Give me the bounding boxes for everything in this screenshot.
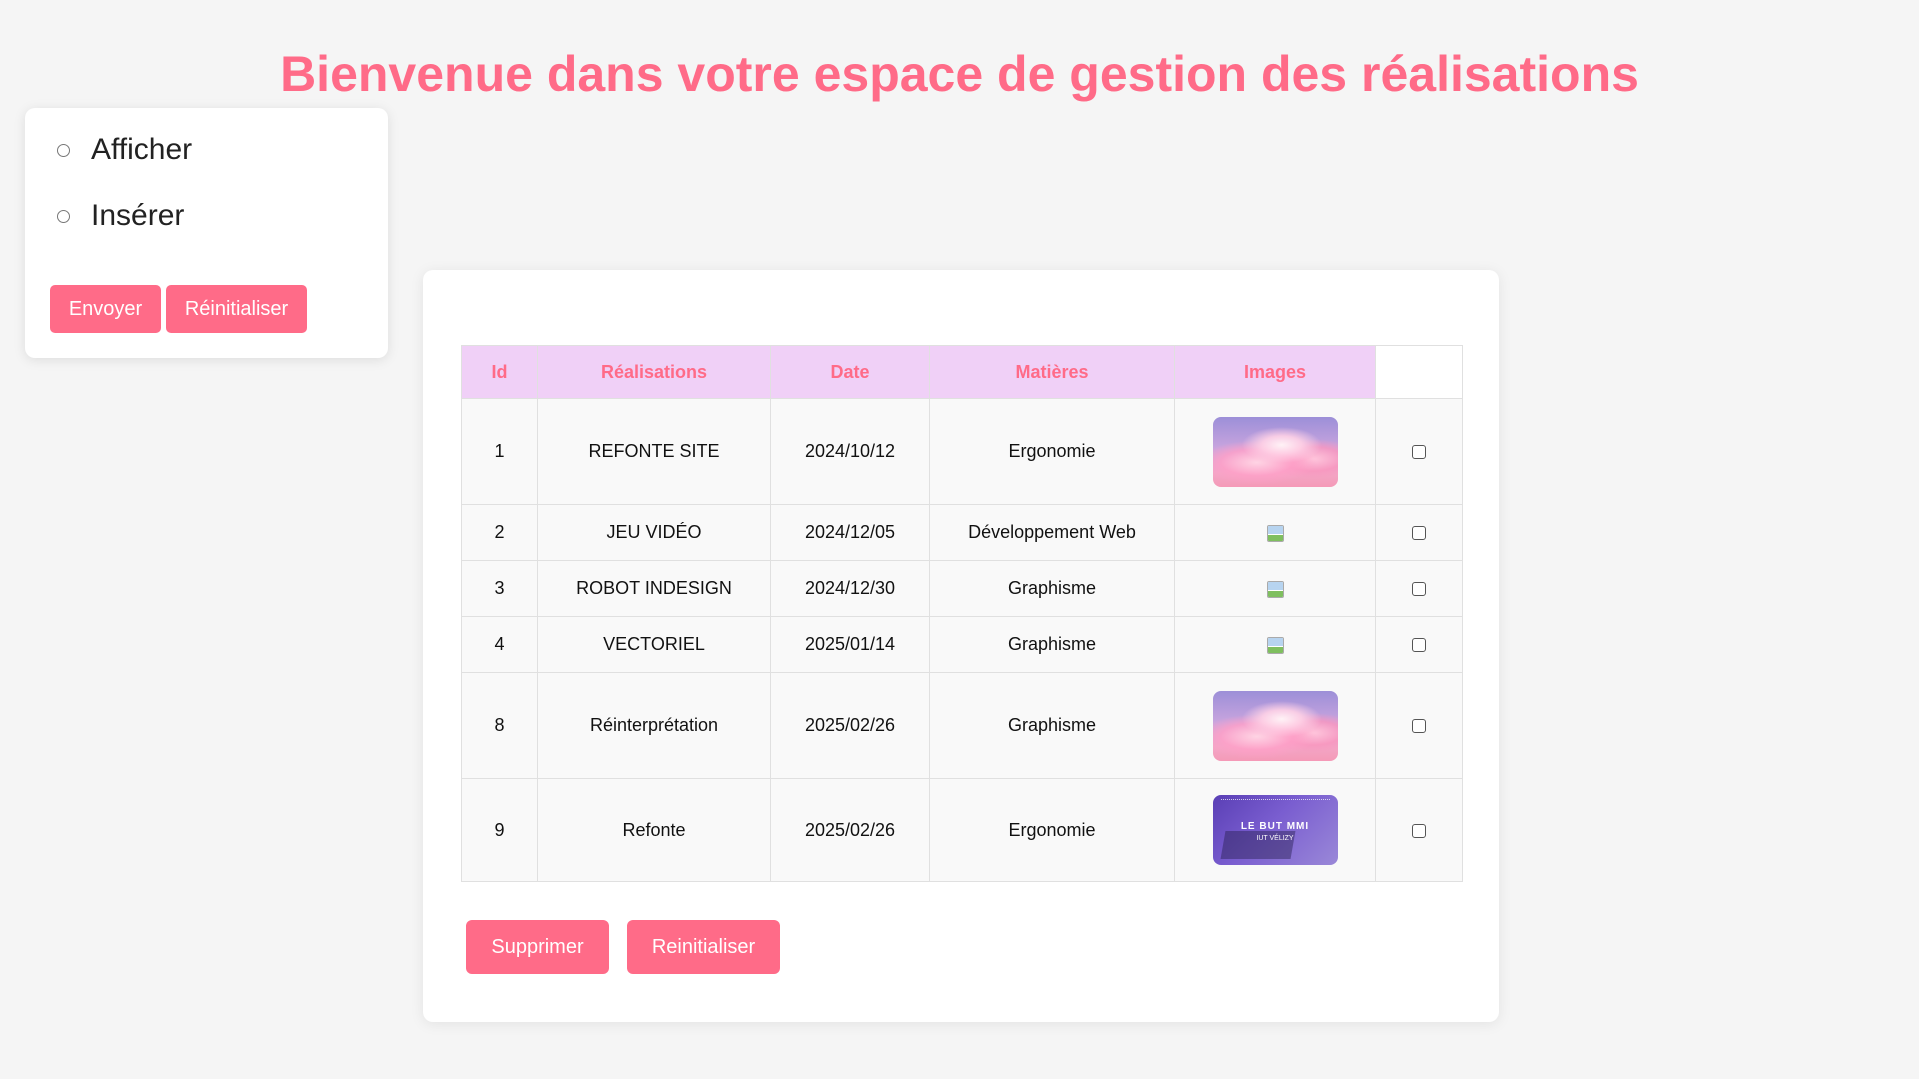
header-id: Id (461, 345, 538, 399)
table-row: 9 Refonte 2025/02/26 Ergonomie LE BUT MM… (461, 778, 1463, 882)
cell-select (1375, 616, 1463, 673)
header-date: Date (770, 345, 930, 399)
row-checkbox[interactable] (1412, 823, 1426, 838)
cell-date: 2024/12/30 (770, 560, 930, 617)
cell-date: 2025/02/26 (770, 778, 930, 882)
cell-subject: Graphisme (929, 560, 1175, 617)
table-reset-button[interactable]: Reinitialiser (627, 920, 780, 974)
cell-date: 2024/12/05 (770, 504, 930, 561)
menu-reset-button[interactable]: Réinitialiser (166, 285, 307, 333)
table-row: 1 REFONTE SITE 2024/10/12 Ergonomie (461, 398, 1463, 505)
row-checkbox[interactable] (1412, 582, 1426, 597)
clouds-thumbnail (1212, 690, 1338, 761)
header-matieres: Matières (929, 345, 1175, 399)
cell-image: LE BUT MMI IUT VÉLIZY (1174, 778, 1376, 882)
cell-select (1375, 398, 1463, 505)
cell-name: ROBOT INDESIGN (537, 560, 771, 617)
cell-name: Réinterprétation (537, 672, 771, 779)
row-checkbox[interactable] (1412, 638, 1426, 653)
broken-image-icon (1266, 636, 1284, 655)
cell-date: 2024/10/12 (770, 398, 930, 505)
table-header-row: Id Réalisations Date Matières Images (461, 345, 1463, 399)
table-row: 8 Réinterprétation 2025/02/26 Graphisme (461, 672, 1463, 779)
cell-id: 1 (461, 398, 538, 505)
row-checkbox[interactable] (1412, 445, 1426, 460)
cell-image (1174, 616, 1376, 673)
cell-image (1174, 672, 1376, 779)
table-row: 3 ROBOT INDESIGN 2024/12/30 Graphisme (461, 560, 1463, 617)
cell-date: 2025/01/14 (770, 616, 930, 673)
cell-image (1174, 398, 1376, 505)
radio-label-afficher: Afficher (91, 133, 193, 166)
cell-id: 8 (461, 672, 538, 779)
cell-id: 3 (461, 560, 538, 617)
radio-inserer[interactable] (57, 209, 70, 223)
cell-name: VECTORIEL (537, 616, 771, 673)
radio-label-inserer: Insérer (91, 199, 185, 232)
table-row: 2 JEU VIDÉO 2024/12/05 Développement Web (461, 504, 1463, 561)
cell-name: Refonte (537, 778, 771, 882)
broken-image-icon (1266, 524, 1284, 543)
cell-id: 4 (461, 616, 538, 673)
cell-select (1375, 778, 1463, 882)
radio-afficher[interactable] (57, 143, 70, 157)
cell-subject: Graphisme (929, 616, 1175, 673)
cell-subject: Graphisme (929, 672, 1175, 779)
cell-id: 2 (461, 504, 538, 561)
option-inserer[interactable]: Insérer (30, 196, 184, 236)
broken-image-icon (1266, 580, 1284, 599)
table-row: 4 VECTORIEL 2025/01/14 Graphisme (461, 616, 1463, 673)
cell-id: 9 (461, 778, 538, 882)
row-checkbox[interactable] (1412, 719, 1426, 734)
header-realisations: Réalisations (537, 345, 771, 399)
row-checkbox[interactable] (1412, 526, 1426, 541)
page-title: Bienvenue dans votre espace de gestion d… (280, 46, 1639, 102)
website-thumbnail: LE BUT MMI IUT VÉLIZY (1212, 795, 1338, 865)
cell-subject: Développement Web (929, 504, 1175, 561)
header-images: Images (1174, 345, 1376, 399)
realisations-table: Id Réalisations Date Matières Images 1 R… (461, 345, 1463, 882)
header-select (1375, 345, 1463, 399)
cell-select (1375, 672, 1463, 779)
thumbnail-title: LE BUT MMI (1240, 821, 1310, 832)
cell-subject: Ergonomie (929, 778, 1175, 882)
cell-name: JEU VIDÉO (537, 504, 771, 561)
cell-name: REFONTE SITE (537, 398, 771, 505)
cell-date: 2025/02/26 (770, 672, 930, 779)
cell-select (1375, 560, 1463, 617)
thumbnail-subtitle: IUT VÉLIZY (1256, 835, 1294, 842)
cell-subject: Ergonomie (929, 398, 1175, 505)
cell-image (1174, 560, 1376, 617)
delete-button[interactable]: Supprimer (466, 920, 609, 974)
cell-image (1174, 504, 1376, 561)
cell-select (1375, 504, 1463, 561)
send-button[interactable]: Envoyer (50, 285, 161, 333)
option-afficher[interactable]: Afficher (30, 130, 192, 170)
clouds-thumbnail (1212, 416, 1338, 487)
